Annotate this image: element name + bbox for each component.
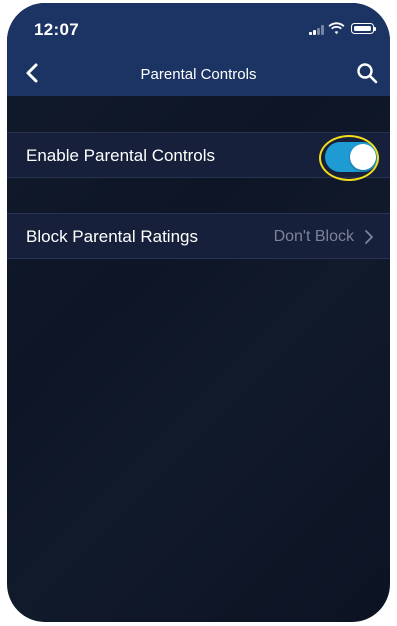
battery-icon (351, 23, 376, 34)
block-parental-ratings-value: Don't Block (273, 228, 354, 245)
block-parental-ratings-label: Block Parental Ratings (26, 227, 198, 246)
search-button[interactable] (356, 62, 378, 84)
wifi-icon (328, 22, 345, 35)
search-icon (357, 63, 378, 84)
header: 12:07 Parental Controls (7, 3, 390, 96)
chevron-right-icon (365, 230, 373, 244)
page-title: Parental Controls (140, 66, 257, 83)
cellular-signal-icon (309, 25, 325, 35)
highlight-circle (319, 135, 379, 181)
status-bar: 12:07 (7, 3, 390, 49)
phone-screen: 12:07 Parental Controls Enable Parental … (7, 3, 390, 622)
enable-parental-controls-label: Enable Parental Controls (26, 146, 216, 165)
status-time: 12:07 (34, 20, 79, 39)
block-parental-ratings-row[interactable]: Block Parental Ratings Don't Block (7, 213, 390, 259)
